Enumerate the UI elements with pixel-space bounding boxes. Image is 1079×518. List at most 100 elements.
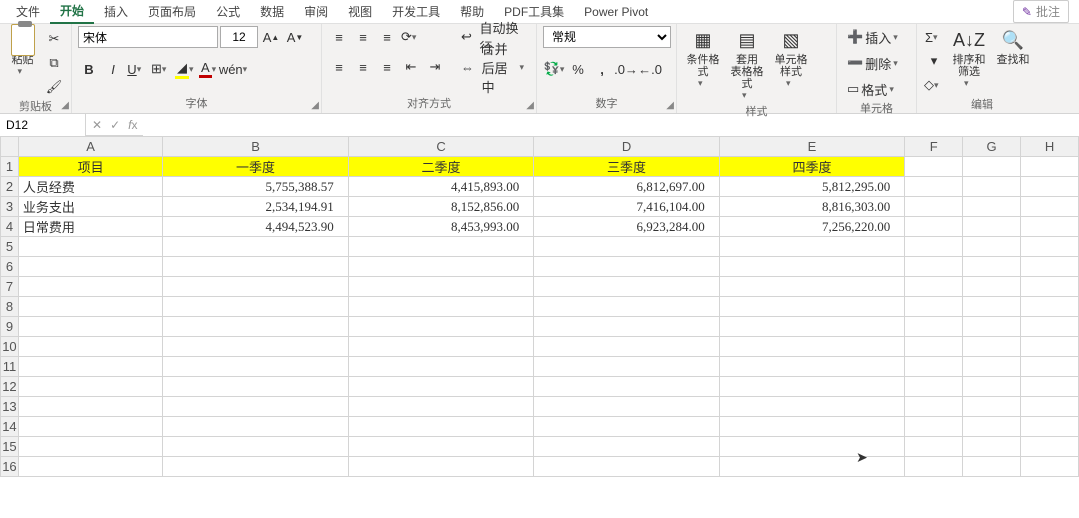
- row-header[interactable]: 2: [1, 177, 19, 197]
- cell[interactable]: 4,494,523.90: [163, 217, 348, 237]
- fx-button[interactable]: fx: [128, 118, 137, 132]
- cell[interactable]: [963, 297, 1021, 317]
- menu-power-pivot[interactable]: Power Pivot: [574, 2, 658, 22]
- menu-developer[interactable]: 开发工具: [382, 0, 450, 23]
- cell[interactable]: [963, 337, 1021, 357]
- enter-formula-button[interactable]: ✓: [110, 118, 120, 132]
- cell[interactable]: [534, 377, 719, 397]
- cell[interactable]: [963, 197, 1021, 217]
- cell[interactable]: [719, 437, 904, 457]
- cell[interactable]: [905, 417, 963, 437]
- decrease-decimal-button[interactable]: ←.0: [639, 58, 661, 80]
- cell[interactable]: [18, 257, 162, 277]
- cell[interactable]: [905, 197, 963, 217]
- cell[interactable]: [963, 157, 1021, 177]
- cell[interactable]: [905, 177, 963, 197]
- worksheet-area[interactable]: ABCDEFGH 1项目一季度二季度三季度四季度2人员经费5,755,388.5…: [0, 136, 1079, 518]
- column-header[interactable]: E: [719, 137, 904, 157]
- cut-button[interactable]: ✂: [43, 28, 65, 50]
- menu-review[interactable]: 审阅: [294, 0, 338, 23]
- cell[interactable]: 8,453,993.00: [348, 217, 533, 237]
- cell[interactable]: [534, 317, 719, 337]
- cell[interactable]: [1021, 397, 1079, 417]
- menu-view[interactable]: 视图: [338, 0, 382, 23]
- cell[interactable]: [719, 297, 904, 317]
- row-header[interactable]: 13: [1, 397, 19, 417]
- comma-button[interactable]: ,: [591, 58, 613, 80]
- cell[interactable]: [1021, 237, 1079, 257]
- cell[interactable]: [905, 377, 963, 397]
- cell[interactable]: 三季度: [534, 157, 719, 177]
- merge-center-button[interactable]: ⇔ 合并后居中▾: [456, 56, 530, 78]
- cell[interactable]: [905, 297, 963, 317]
- cancel-formula-button[interactable]: ✕: [92, 118, 102, 132]
- cell[interactable]: [963, 437, 1021, 457]
- phonetic-button[interactable]: wén▾: [222, 58, 244, 80]
- cell[interactable]: [905, 437, 963, 457]
- row-header[interactable]: 4: [1, 217, 19, 237]
- align-left-button[interactable]: ≡: [328, 56, 350, 78]
- cell[interactable]: [163, 317, 348, 337]
- italic-button[interactable]: I: [102, 58, 124, 80]
- font-dialog-launcher[interactable]: ◢: [311, 100, 319, 111]
- cell[interactable]: [534, 337, 719, 357]
- comments-button[interactable]: ✎批注: [1013, 0, 1069, 23]
- cell[interactable]: [18, 377, 162, 397]
- number-dialog-launcher[interactable]: ◢: [666, 100, 674, 111]
- orientation-button[interactable]: ⟳▾: [400, 26, 422, 48]
- cell[interactable]: [534, 457, 719, 477]
- cell[interactable]: [719, 377, 904, 397]
- cell[interactable]: [1021, 197, 1079, 217]
- cell[interactable]: [1021, 457, 1079, 477]
- cell[interactable]: [18, 357, 162, 377]
- cell[interactable]: 5,755,388.57: [163, 177, 348, 197]
- cell[interactable]: [963, 417, 1021, 437]
- cell[interactable]: [348, 317, 533, 337]
- row-header[interactable]: 16: [1, 457, 19, 477]
- cell[interactable]: 6,812,697.00: [534, 177, 719, 197]
- row-header[interactable]: 15: [1, 437, 19, 457]
- cell[interactable]: [163, 437, 348, 457]
- cell[interactable]: [163, 457, 348, 477]
- formula-input[interactable]: [143, 114, 1079, 136]
- autosum-button[interactable]: Σ▾: [923, 26, 945, 48]
- align-middle-button[interactable]: ≡: [352, 26, 374, 48]
- format-as-table-button[interactable]: ▤套用 表格格式▾: [727, 26, 767, 103]
- cell[interactable]: 四季度: [719, 157, 904, 177]
- cell[interactable]: [534, 297, 719, 317]
- increase-decimal-button[interactable]: .0→: [615, 58, 637, 80]
- row-header[interactable]: 6: [1, 257, 19, 277]
- border-button[interactable]: ⊞▾: [150, 58, 172, 80]
- cell[interactable]: [1021, 297, 1079, 317]
- cell[interactable]: [348, 297, 533, 317]
- bold-button[interactable]: B: [78, 58, 100, 80]
- cell[interactable]: [163, 337, 348, 357]
- cell[interactable]: [719, 337, 904, 357]
- row-header[interactable]: 5: [1, 237, 19, 257]
- cell[interactable]: [905, 317, 963, 337]
- cell[interactable]: [719, 357, 904, 377]
- cell[interactable]: [18, 397, 162, 417]
- menu-file[interactable]: 文件: [6, 0, 50, 23]
- cell[interactable]: 项目: [18, 157, 162, 177]
- percent-button[interactable]: %: [567, 58, 589, 80]
- font-color-button[interactable]: A▾: [198, 58, 220, 80]
- cell[interactable]: [163, 417, 348, 437]
- row-header[interactable]: 9: [1, 317, 19, 337]
- column-header[interactable]: B: [163, 137, 348, 157]
- cell[interactable]: [719, 317, 904, 337]
- cell[interactable]: [348, 257, 533, 277]
- cell[interactable]: [905, 277, 963, 297]
- font-size-combo[interactable]: [220, 26, 258, 48]
- cell[interactable]: [348, 237, 533, 257]
- copy-button[interactable]: ⧉: [43, 52, 65, 74]
- accounting-format-button[interactable]: 💱▾: [543, 58, 565, 80]
- cell[interactable]: [18, 237, 162, 257]
- cell[interactable]: [963, 217, 1021, 237]
- row-header[interactable]: 10: [1, 337, 19, 357]
- cell[interactable]: [963, 177, 1021, 197]
- cell[interactable]: [163, 397, 348, 417]
- select-all-corner[interactable]: [1, 137, 19, 157]
- align-bottom-button[interactable]: ≡: [376, 26, 398, 48]
- indent-increase-button[interactable]: ⇥: [424, 56, 446, 78]
